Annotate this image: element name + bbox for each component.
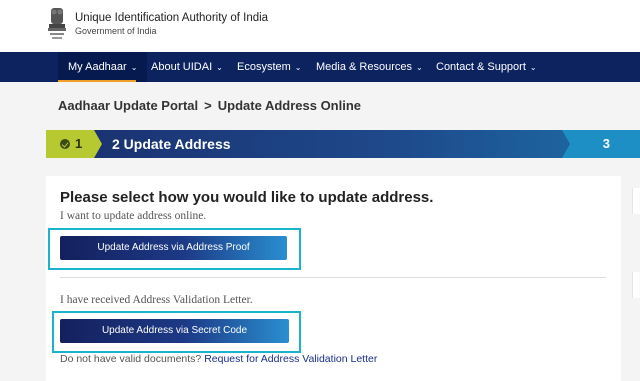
active-nav-indicator bbox=[58, 80, 136, 82]
chevron-down-icon: ⌄ bbox=[416, 63, 423, 72]
nav-ecosystem[interactable]: Ecosystem ⌄ bbox=[237, 52, 302, 82]
breadcrumb-portal[interactable]: Aadhaar Update Portal bbox=[58, 98, 198, 113]
step-3-number: 3 bbox=[602, 136, 610, 151]
update-via-secret-code-button[interactable]: Update Address via Secret Code bbox=[60, 319, 289, 343]
side-help-tab[interactable] bbox=[632, 272, 640, 298]
section-divider bbox=[60, 277, 606, 278]
letter-option-text: I have received Address Validation Lette… bbox=[60, 294, 253, 306]
breadcrumb: Aadhaar Update Portal > Update Address Onl… bbox=[58, 98, 361, 113]
online-option-text: I want to update address online. bbox=[60, 210, 207, 222]
org-title: Unique Identification Authority of India… bbox=[75, 11, 268, 37]
org-name: Unique Identification Authority of India bbox=[75, 12, 269, 24]
nav-label: Contact & Support bbox=[436, 61, 526, 73]
nav-about-uidai[interactable]: About UIDAI ⌄ bbox=[151, 52, 223, 82]
progress-steps: 1 2 Update Address 3 bbox=[46, 130, 640, 158]
chevron-down-icon: ⌄ bbox=[529, 63, 537, 72]
breadcrumb-current: Update Address Online bbox=[217, 98, 362, 113]
update-via-address-proof-button[interactable]: Update Address via Address Proof bbox=[60, 236, 287, 260]
check-circle-icon bbox=[60, 139, 70, 149]
breadcrumb-separator: > bbox=[204, 98, 212, 113]
step-2-label: 2 Update Address bbox=[112, 136, 231, 152]
org-government: Government of India bbox=[75, 26, 157, 36]
step-3: 3 bbox=[562, 130, 640, 158]
main-nav: My Aadhaar ⌄ About UIDAI ⌄ Ecosystem ⌄ Medi… bbox=[0, 52, 640, 82]
nav-contact-support[interactable]: Contact & Support ⌄ bbox=[436, 52, 537, 82]
nav-label: My Aadhaar bbox=[68, 61, 127, 73]
nav-label: Media & Resources bbox=[316, 61, 412, 73]
chevron-down-icon: ⌄ bbox=[130, 63, 138, 72]
side-feedback-tab[interactable] bbox=[632, 188, 640, 214]
nav-my-aadhaar[interactable]: My Aadhaar ⌄ bbox=[58, 52, 148, 82]
footnote-text: Do not have valid documents? bbox=[60, 353, 202, 365]
request-validation-letter-link[interactable]: Request for Address Validation Letter bbox=[204, 353, 377, 365]
update-address-card: Please select how you would like to upda… bbox=[46, 176, 621, 381]
national-emblem-icon bbox=[48, 8, 66, 39]
step-1-number: 1 bbox=[75, 136, 83, 151]
nav-label: Ecosystem bbox=[237, 61, 291, 73]
nav-label: About UIDAI bbox=[151, 61, 213, 73]
nav-media-resources[interactable]: Media & Resources ⌄ bbox=[316, 52, 423, 82]
chevron-down-icon: ⌄ bbox=[216, 63, 223, 72]
step-1-completed: 1 bbox=[46, 130, 102, 158]
chevron-down-icon: ⌄ bbox=[294, 63, 302, 72]
top-header: Unique Identification Authority of India… bbox=[0, 0, 640, 52]
card-title: Please select how you would like to upda… bbox=[60, 189, 434, 206]
footnote: Do not have valid documents? Request for… bbox=[60, 353, 377, 365]
